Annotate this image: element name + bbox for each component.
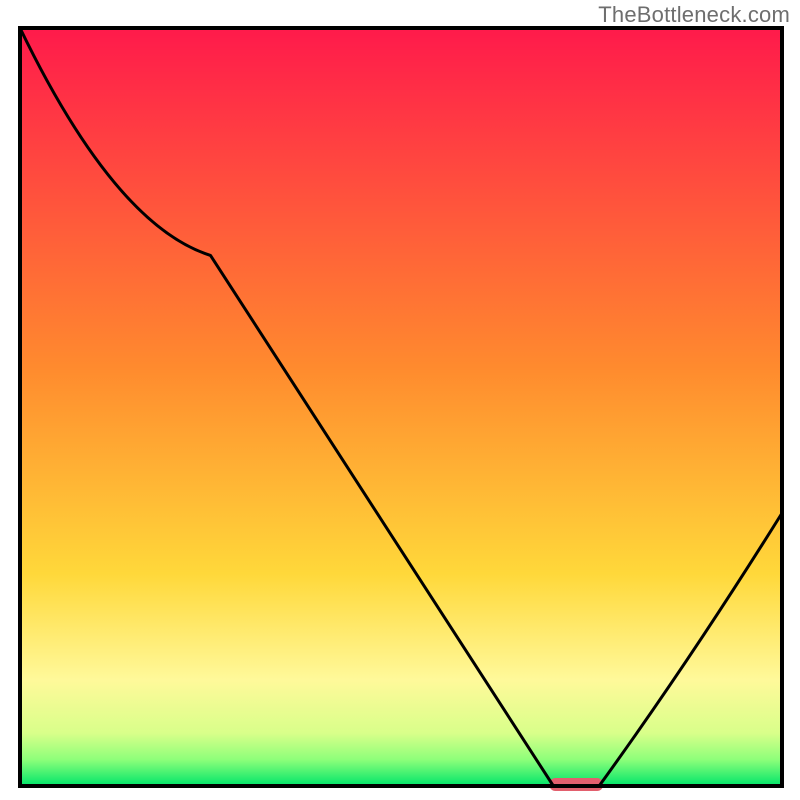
- heat-background: [20, 28, 782, 786]
- chart-container: TheBottleneck.com: [0, 0, 800, 800]
- bottleneck-chart: [0, 0, 800, 800]
